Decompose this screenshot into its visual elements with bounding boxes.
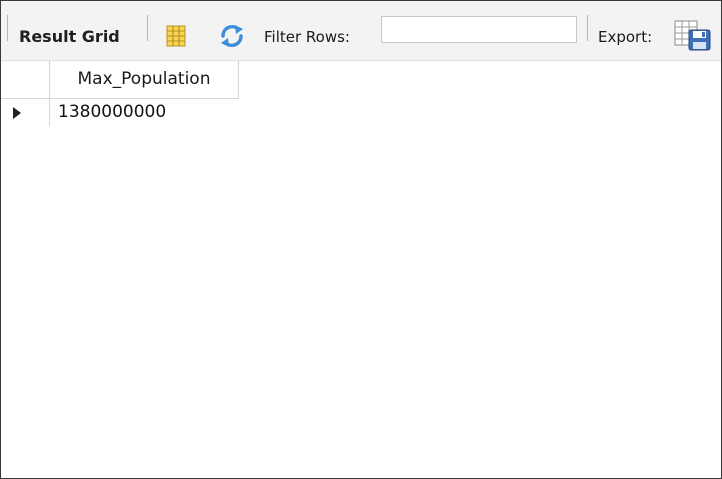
export-label: Export: xyxy=(598,28,653,46)
result-grid-tab[interactable]: Result Grid xyxy=(19,27,120,46)
result-toolbar: Result Grid Filter Rows: Export: xyxy=(1,1,721,61)
row-selector[interactable] xyxy=(1,99,50,126)
current-row-arrow-icon xyxy=(13,107,21,119)
grid-corner-cell xyxy=(1,61,50,99)
result-panel: Result Grid Filter Rows: Export: Max_Pop… xyxy=(0,0,722,479)
columns-icon[interactable] xyxy=(166,25,186,47)
result-grid: Max_Population 1380000000 xyxy=(1,61,721,478)
export-grid-icon[interactable] xyxy=(674,19,712,51)
refresh-icon[interactable] xyxy=(219,24,245,48)
column-header-max-population[interactable]: Max_Population xyxy=(50,61,239,99)
toolbar-divider xyxy=(587,15,588,41)
filter-rows-input[interactable] xyxy=(381,16,577,43)
table-cell[interactable]: 1380000000 xyxy=(58,99,166,126)
filter-rows-label: Filter Rows: xyxy=(264,28,350,46)
toolbar-divider xyxy=(147,15,148,41)
toolbar-divider xyxy=(7,15,8,41)
